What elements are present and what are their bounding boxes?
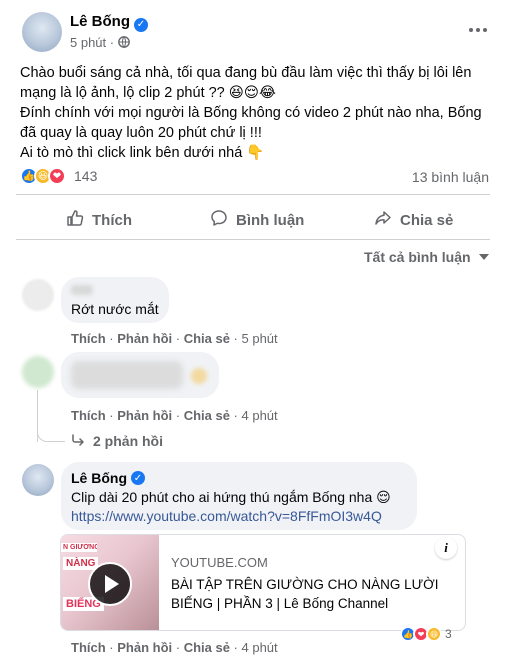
comment-share-link[interactable]: Chia sẻ	[184, 408, 230, 423]
link-title-line: BIẾNG | PHẦN 3 | Lê Bống Channel	[171, 596, 389, 611]
thumbnail-text: N GIƯỜNG	[61, 543, 97, 552]
comment-share-link[interactable]: Chia sẻ	[184, 331, 230, 346]
comment-count[interactable]: 13 bình luận	[412, 169, 489, 185]
comment-button-label: Bình luận	[236, 211, 305, 229]
haha-reaction-icon: 😆	[426, 626, 442, 642]
comment-author: Lê Bống ✓	[71, 470, 145, 486]
reaction-summary[interactable]: 👍 😆 ❤ 143	[20, 167, 97, 185]
commenter-avatar[interactable]	[22, 464, 54, 496]
more-options-icon[interactable]	[464, 20, 492, 40]
verified-icon: ✓	[134, 17, 148, 32]
post-line: Ai tò mò thì click link bên dưới nhá 👇	[20, 145, 265, 161]
replies-count: 2 phản hồi	[93, 433, 163, 449]
verified-icon: ✓	[131, 471, 145, 485]
comment-bubble-blurred	[61, 352, 219, 398]
comment-reply-link[interactable]: Phản hồi	[117, 331, 172, 346]
comment-like-link[interactable]: Thích	[71, 331, 106, 346]
thumbs-up-icon	[66, 209, 84, 231]
caret-down-icon	[478, 254, 489, 260]
comment-share-link[interactable]: Chia sẻ	[184, 640, 230, 655]
share-arrow-icon	[374, 209, 392, 231]
post-line: Chào buổi sáng cả nhà, tối qua đang bù đ…	[20, 65, 472, 81]
post-line: Đính chính với mọi người là Bống không c…	[20, 105, 482, 121]
post-meta: 5 phút ·	[70, 35, 130, 50]
like-button[interactable]: Thích	[66, 209, 132, 231]
comment-actions: Thích · Phản hồi · Chia sẻ · 5 phút	[71, 331, 278, 346]
comment-actions: Thích · Phản hồi · Chia sẻ · 4 phút	[71, 640, 278, 655]
view-replies-link[interactable]: 2 phản hồi	[71, 433, 163, 449]
comment-button[interactable]: Bình luận	[210, 209, 304, 231]
comment-filter-label: Tất cả bình luận	[364, 249, 471, 265]
globe-icon	[117, 35, 130, 50]
comment-time[interactable]: 5 phút	[242, 331, 278, 346]
comment-filter-dropdown[interactable]: Tất cả bình luận	[364, 249, 489, 265]
emoji-blurred	[191, 368, 207, 384]
link-domain: YOUTUBE.COM	[171, 555, 268, 570]
info-icon[interactable]: i	[435, 537, 457, 559]
post-line: đã quay là quay luôn 20 phút chứ lị !!!	[20, 125, 262, 141]
like-button-label: Thích	[92, 211, 132, 229]
post-body: Chào buổi sáng cả nhà, tối qua đang bù đ…	[20, 63, 500, 163]
share-button-label: Chia sẻ	[400, 211, 454, 229]
comment-text: Clip dài 20 phút cho ai hứng thú ngắm Bố…	[71, 489, 391, 505]
comment-text: Rớt nước mắt	[71, 301, 159, 317]
love-reaction-icon: ❤	[48, 167, 66, 185]
commenter-name-blurred	[71, 285, 93, 295]
comment-bubble: Rớt nước mắt	[61, 277, 169, 323]
comment-link[interactable]: https://www.youtube.com/watch?v=8FfFmOI3…	[71, 508, 382, 524]
post-time[interactable]: 5 phút	[70, 35, 106, 50]
commenter-avatar[interactable]	[22, 279, 54, 311]
reply-arrow-icon	[71, 433, 85, 449]
commenter-avatar[interactable]	[22, 356, 54, 388]
comment-bubble: Lê Bống ✓ Clip dài 20 phút cho ai hứng th…	[61, 462, 417, 530]
comment-like-link[interactable]: Thích	[71, 408, 106, 423]
comment-reply-link[interactable]: Phản hồi	[117, 640, 172, 655]
share-button[interactable]: Chia sẻ	[374, 209, 453, 231]
video-thumbnail[interactable]: N GIƯỜNG NÀNG BIẾNG	[61, 535, 159, 630]
comment-reaction-count: 3	[445, 627, 452, 641]
comment-like-link[interactable]: Thích	[71, 640, 106, 655]
post-author-name[interactable]: Lê Bống	[70, 13, 130, 30]
play-button-icon[interactable]	[88, 562, 132, 606]
link-preview-card[interactable]: N GIƯỜNG NÀNG BIẾNG YOUTUBE.COM BÀI TẬP …	[60, 534, 466, 631]
comment-reply-link[interactable]: Phản hồi	[117, 408, 172, 423]
link-title-line: BÀI TẬP TRÊN GIƯỜNG CHO NÀNG LƯỜI	[171, 577, 439, 592]
comment-time[interactable]: 4 phút	[242, 640, 278, 655]
post-line: mạng là lộ ảnh, lộ clip 2 phút ?? 😆😌😂	[20, 85, 276, 101]
comment-actions: Thích · Phản hồi · Chia sẻ · 4 phút	[71, 408, 278, 423]
comment-reactions[interactable]: 👍 ❤ 😆 3	[400, 626, 452, 642]
reaction-count: 143	[74, 168, 98, 184]
divider	[16, 194, 490, 195]
divider	[16, 239, 490, 240]
speech-bubble-icon	[210, 209, 228, 231]
comment-time[interactable]: 4 phút	[242, 408, 278, 423]
thread-curve	[37, 425, 65, 442]
comment-author-name[interactable]: Lê Bống	[71, 470, 127, 486]
post-author: Lê Bống ✓	[70, 13, 148, 32]
post-author-avatar[interactable]	[22, 12, 62, 52]
